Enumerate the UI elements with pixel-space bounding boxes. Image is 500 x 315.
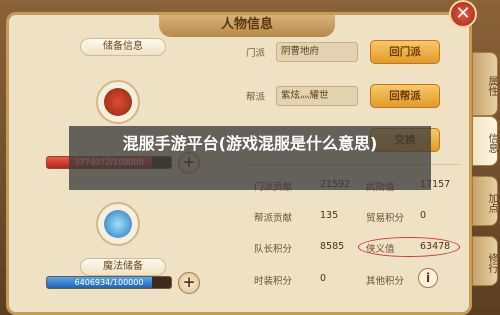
trade-points-value: 0	[420, 210, 427, 221]
leader-points-value: 8585	[320, 241, 345, 252]
guild-contribution-label: 帮派贡献	[254, 213, 293, 224]
guild-label: 帮派	[246, 92, 266, 103]
tab-attributes[interactable]: 属性	[472, 52, 498, 116]
fashion-points-label: 时装积分	[254, 276, 293, 287]
plus-icon: +	[182, 273, 196, 291]
chivalry-highlight	[358, 237, 460, 257]
close-button[interactable]: ✕	[449, 0, 477, 28]
hp-potion-slot[interactable]	[96, 80, 140, 124]
other-points-info-button[interactable]: i	[418, 268, 438, 288]
sect-value: 阴曹地府	[276, 42, 358, 62]
other-points-label: 其他积分	[366, 276, 405, 287]
fashion-points-value: 0	[320, 273, 327, 284]
mp-reserve-text: 6406934/100000	[74, 278, 144, 287]
return-guild-button[interactable]: 回帮派	[370, 84, 440, 108]
mp-reserve-bar: 6406934/100000	[46, 276, 172, 289]
article-title-overlay: 混服手游平台(游戏混服是什么意思)	[69, 126, 431, 190]
guild-contribution-value: 135	[320, 210, 339, 221]
return-sect-button[interactable]: 回门派	[370, 40, 440, 64]
tab-info[interactable]: 信息	[472, 116, 498, 166]
add-mp-reserve-button[interactable]: +	[178, 272, 200, 294]
info-icon: i	[425, 271, 431, 285]
trade-points-label: 贸易积分	[366, 213, 405, 224]
leader-points-label: 队长积分	[254, 244, 293, 255]
sect-row: 门派 阴曹地府 回门派	[246, 40, 460, 64]
sect-label: 门派	[246, 48, 266, 59]
hp-potion-icon	[104, 88, 132, 116]
guild-row: 帮派 紫炫灬耀世 回帮派	[246, 84, 460, 108]
magic-reserve-label: 魔法储备	[80, 258, 166, 276]
close-icon: ✕	[455, 3, 471, 24]
tab-cultivation[interactable]: 修行	[472, 236, 498, 286]
reserve-info-label: 储备信息	[80, 38, 166, 56]
guild-value: 紫炫灬耀世	[276, 86, 358, 106]
tab-allocate-points[interactable]: 加点	[472, 176, 498, 226]
mp-potion-slot[interactable]	[96, 202, 140, 246]
mp-potion-icon	[104, 210, 132, 238]
